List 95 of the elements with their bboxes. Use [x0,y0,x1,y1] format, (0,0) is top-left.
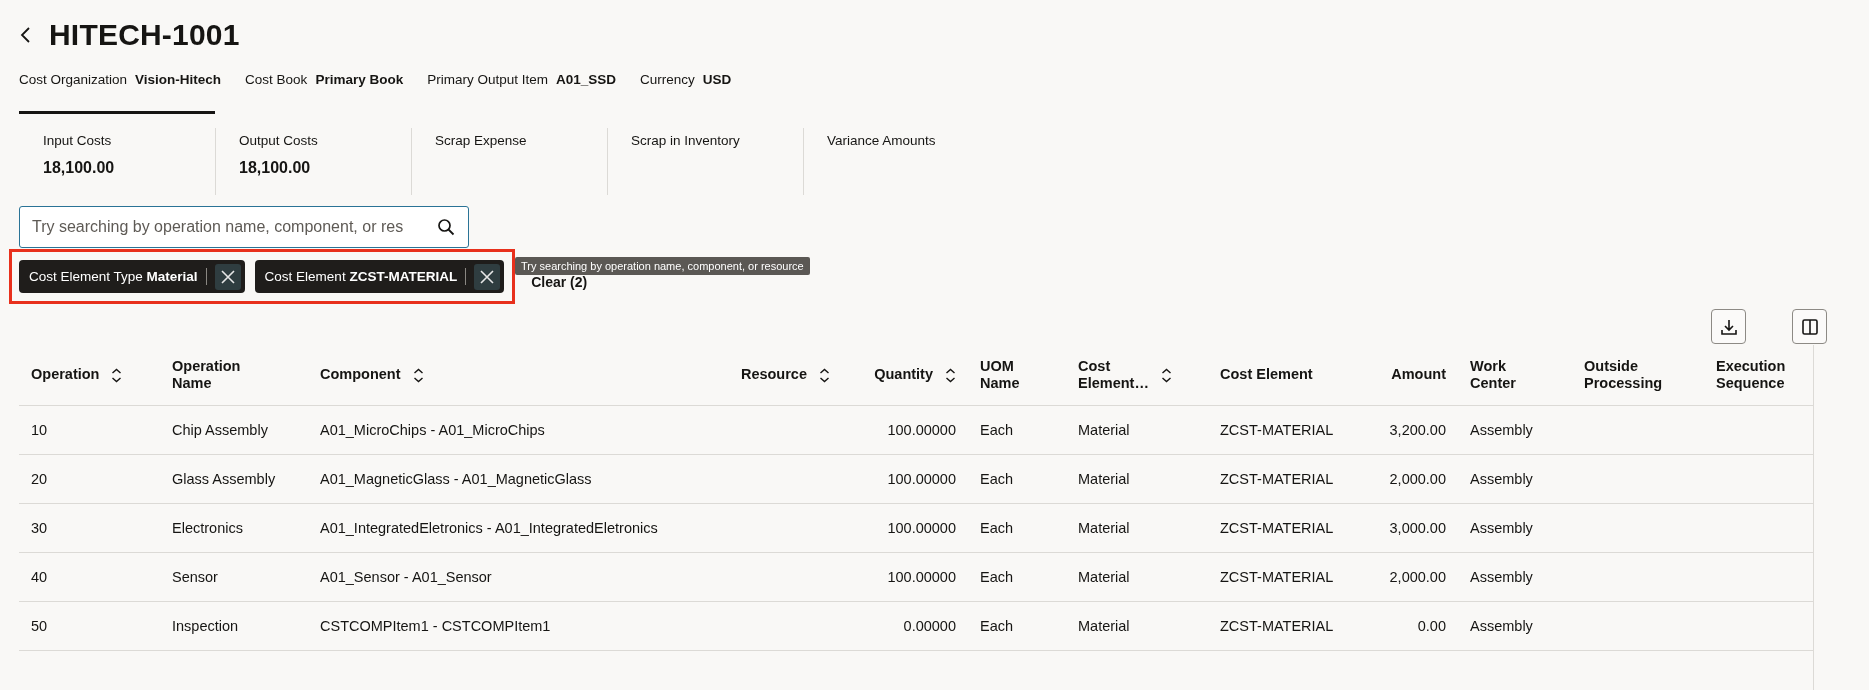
tab-amount: 18,100.00 [43,159,115,177]
summary-tab[interactable]: Input Costs 18,100.00 [19,111,215,189]
column-header: Execution Sequence [1716,357,1786,393]
tab-amount: 18,100.00 [239,159,311,177]
sort-icon[interactable] [1160,367,1172,383]
table-cell: 3,000.00 [1389,520,1446,536]
search-icon[interactable] [437,218,455,236]
column-header: UOM Name [980,357,1020,393]
table-cell: 100.00000 [887,520,956,536]
columns-button[interactable] [1792,309,1827,344]
sort-icon[interactable] [412,367,424,383]
meta-label: Currency [640,72,695,87]
meta-value: A01_SSD [555,72,616,87]
search-field[interactable]: Try searching by operation name, component, or res [19,206,469,248]
close-icon [479,268,496,285]
table-cell: ZCST-MATERIAL [1220,422,1334,438]
meta-label: Primary Output Item [427,72,548,87]
column-header: Operation Name [172,357,241,393]
table-cell: Assembly [1470,471,1533,487]
table-cell: Assembly [1470,618,1533,634]
table-cell: 20 [31,471,48,487]
table-cell: Assembly [1470,422,1533,438]
column-header: Quantity [874,366,933,384]
columns-icon [1799,316,1820,337]
table-cell: Chip Assembly [172,422,268,438]
clear-link[interactable]: Clear (2) [531,273,588,290]
table-cell: Assembly [1470,569,1533,585]
table-cell: 100.00000 [887,471,956,487]
filter-label: Cost Element ZCST-MATERIAL [264,269,458,284]
table-cell: 3,200.00 [1389,422,1446,438]
column-header: Resource [740,366,807,384]
download-button[interactable] [1711,309,1746,344]
back-icon[interactable] [19,26,33,44]
tab-label: Variance Amounts [827,133,936,148]
table-cell: Material [1078,618,1130,634]
table-cell: Material [1078,520,1130,536]
sort-icon[interactable] [819,367,830,383]
meta-value: USD [702,72,732,87]
table-cell: 50 [31,618,48,634]
filter-label: Cost Element Type Material [29,269,198,284]
table-cell: Each [980,471,1014,487]
table-cell: Sensor [172,569,218,585]
tooltip: Try searching by operation name, component, or resource [515,257,810,275]
table-cell: ZCST-MATERIAL [1220,569,1334,585]
table-cell: Each [980,618,1014,634]
table-cell: 100.00000 [887,569,956,585]
table-cell: A01_IntegratedEletronics - A01_IntegratedEletronics [320,520,658,536]
filter-chip[interactable]: Cost Element Type Material [19,260,245,293]
table-cell: Glass Assembly [172,471,276,487]
table-cell: 30 [31,520,48,536]
table-cell: A01_Sensor - A01_Sensor [320,569,492,585]
meta-value: Vision-Hitech [135,72,222,87]
table-cell: 0.00 [1417,618,1446,634]
close-icon [219,268,236,285]
meta-label: Cost Organization [19,72,128,87]
meta-label: Cost Book [245,72,308,87]
column-header: Outside Processing [1584,357,1663,393]
tab-label: Scrap in Inventory [631,133,740,148]
close-button[interactable] [214,263,241,290]
column-header: Cost Element [1220,366,1313,384]
column-header: Amount [1391,366,1446,384]
table-cell: CSTCOMPItem1 - CSTCOMPItem1 [320,618,551,634]
table-cell: 0.00000 [903,618,956,634]
table-cell: 40 [31,569,48,585]
table-cell: Each [980,569,1014,585]
table-cell: Each [980,520,1014,536]
filter-chip[interactable]: Cost Element ZCST-MATERIAL [254,260,505,293]
sort-icon[interactable] [111,367,123,383]
column-header: Component [320,366,401,384]
table-cell: A01_MicroChips - A01_MicroChips [320,422,545,438]
column-header: Operation [31,366,100,384]
close-button[interactable] [474,263,501,290]
table-cell: 10 [31,422,48,438]
table-cell: 100.00000 [887,422,956,438]
table-cell: Material [1078,422,1130,438]
table-cell: ZCST-MATERIAL [1220,471,1334,487]
column-header: Work Center [1470,357,1516,393]
table-cell: Assembly [1470,520,1533,536]
table-cell: Inspection [172,618,239,634]
page-title: HITECH-1001 [49,18,240,52]
table-cell: Each [980,422,1014,438]
tab-label: Scrap Expense [435,133,527,148]
table-cell: 2,000.00 [1389,471,1446,487]
table-cell: 2,000.00 [1389,569,1446,585]
meta-value: Primary Book [315,72,404,87]
tab-label: Output Costs [239,133,318,148]
table-cell: ZCST-MATERIAL [1220,520,1334,536]
table-cell: Electronics [172,520,243,536]
tab-label: Input Costs [43,133,112,148]
table-cell: Material [1078,569,1130,585]
table-cell: A01_MagneticGlass - A01_MagneticGlass [320,471,592,487]
sort-icon[interactable] [945,367,956,383]
table-cell: Material [1078,471,1130,487]
column-header: Cost Element… [1078,357,1149,393]
table-cell: ZCST-MATERIAL [1220,618,1334,634]
